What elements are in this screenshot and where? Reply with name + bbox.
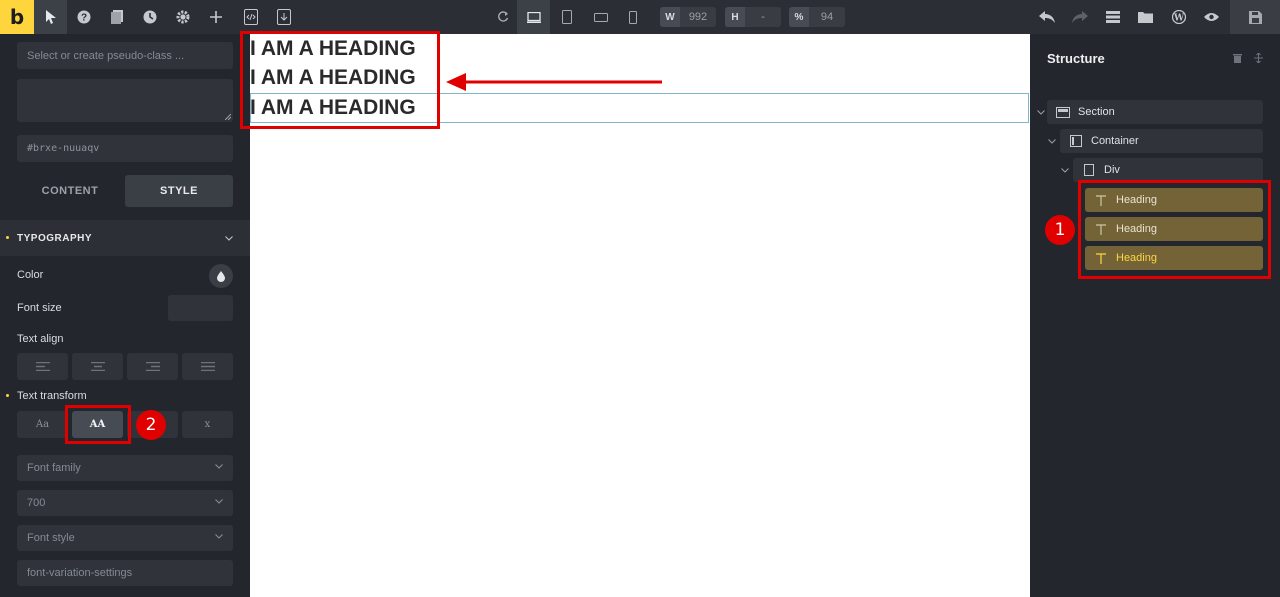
annotation-box-1: [1078, 180, 1271, 279]
expand-icon[interactable]: [1254, 53, 1263, 63]
top-toolbar: b ? W 992 H - % 94 W: [0, 0, 1280, 34]
color-picker-button[interactable]: [209, 264, 233, 288]
tab-content[interactable]: CONTENT: [17, 175, 123, 207]
redo-icon[interactable]: [1063, 0, 1096, 34]
font-size-input[interactable]: [168, 295, 233, 321]
chevron-down-icon: [225, 235, 233, 241]
structure-actions: [1233, 53, 1263, 63]
font-variation-settings-input[interactable]: font-variation-settings: [17, 560, 233, 586]
save-button[interactable]: [1230, 0, 1280, 34]
typography-title: TYPOGRAPHY: [17, 232, 93, 244]
align-justify-icon: [200, 362, 215, 371]
zoom-value: 94: [820, 11, 834, 23]
zoom-label: %: [789, 7, 809, 27]
font-style-select[interactable]: Font style: [17, 525, 233, 551]
chevron-down-icon: [215, 464, 223, 469]
element-settings-panel: Select or create pseudo-class ... #brxe-…: [0, 34, 250, 597]
structure-node-container[interactable]: Container: [1060, 129, 1263, 153]
annotation-badge-2: 2: [136, 410, 166, 440]
wordpress-icon[interactable]: W: [1162, 0, 1195, 34]
chevron-down-icon: [215, 534, 223, 539]
logo[interactable]: b: [0, 0, 34, 34]
classes-textarea[interactable]: [17, 79, 233, 122]
canvas-width-field[interactable]: W 992: [660, 7, 716, 27]
bricks-builder: b ? W 992 H - % 94 W Select or create ps…: [0, 0, 1280, 597]
pages-icon[interactable]: [100, 0, 133, 34]
typography-section-header[interactable]: TYPOGRAPHY: [0, 220, 250, 256]
chevron-down-icon[interactable]: [1037, 110, 1045, 115]
annotation-badge-1: 1: [1045, 215, 1075, 245]
capitalize-button[interactable]: Aa: [17, 411, 68, 438]
builder-canvas: I AM A HEADING I AM A HEADING I AM A HEA…: [240, 31, 1030, 597]
align-right-icon: [145, 362, 160, 371]
structure-node-label: Section: [1078, 106, 1115, 118]
align-center-button[interactable]: [72, 353, 123, 380]
font-weight-select[interactable]: 700: [17, 490, 233, 516]
save-icon: [1248, 10, 1262, 24]
structure-layers-icon[interactable]: [1096, 0, 1129, 34]
structure-panel: Structure Section Container Div Heading …: [1030, 34, 1280, 597]
svg-text:?: ?: [80, 13, 86, 24]
annotation-arrow-icon: [446, 73, 662, 91]
help-icon[interactable]: ?: [67, 0, 100, 34]
pseudo-class-select[interactable]: Select or create pseudo-class ...: [17, 42, 233, 69]
svg-text:W: W: [1172, 14, 1184, 24]
width-label: W: [660, 7, 680, 27]
font-style-placeholder: Font style: [27, 532, 75, 544]
code-icon[interactable]: [234, 0, 267, 34]
chevron-down-icon: [215, 499, 223, 504]
chevron-down-icon[interactable]: [1061, 168, 1069, 173]
tablet-portrait-icon[interactable]: [550, 0, 583, 34]
structure-title: Structure: [1047, 51, 1105, 66]
structure-node-div[interactable]: Div: [1073, 158, 1263, 182]
folder-icon[interactable]: [1129, 0, 1162, 34]
mobile-portrait-icon[interactable]: [616, 0, 649, 34]
height-label: H: [725, 7, 745, 27]
font-family-select[interactable]: Font family: [17, 455, 233, 481]
height-value: -: [761, 11, 765, 23]
font-family-placeholder: Font family: [27, 462, 81, 474]
font-size-label: Font size: [17, 302, 62, 314]
canvas-height-field[interactable]: H -: [725, 7, 781, 27]
structure-node-label: Div: [1104, 164, 1120, 176]
tab-style[interactable]: STYLE: [125, 175, 233, 207]
container-icon: [1069, 135, 1083, 147]
export-icon[interactable]: [267, 0, 300, 34]
font-weight-value: 700: [27, 497, 46, 509]
none-transform-button[interactable]: x: [182, 411, 233, 438]
chevron-down-icon[interactable]: [1048, 139, 1056, 144]
section-icon: [1056, 106, 1070, 118]
refresh-icon[interactable]: [486, 0, 519, 34]
align-center-icon: [90, 362, 105, 371]
text-transform-label: Text transform: [17, 390, 87, 402]
undo-icon[interactable]: [1030, 0, 1063, 34]
structure-node-label: Container: [1091, 135, 1139, 147]
align-justify-button[interactable]: [182, 353, 233, 380]
preview-eye-icon[interactable]: [1195, 0, 1228, 34]
width-value: 992: [688, 11, 708, 23]
color-label: Color: [17, 269, 44, 281]
droplet-icon: [217, 270, 225, 282]
settings-gear-icon[interactable]: [166, 0, 199, 34]
modified-dot: [6, 394, 9, 397]
trash-icon[interactable]: [1233, 53, 1242, 63]
align-left-button[interactable]: [17, 353, 68, 380]
history-icon[interactable]: [133, 0, 166, 34]
align-right-button[interactable]: [127, 353, 178, 380]
select-pointer-icon[interactable]: [34, 0, 67, 34]
annotation-box-2: [65, 405, 131, 444]
desktop-breakpoint-icon[interactable]: [517, 0, 550, 34]
structure-node-section[interactable]: Section: [1047, 100, 1263, 124]
resize-handle-icon: [225, 114, 231, 120]
zoom-field[interactable]: % 94: [789, 7, 845, 27]
text-align-label: Text align: [17, 333, 64, 345]
add-element-icon[interactable]: [199, 0, 232, 34]
div-icon: [1082, 164, 1096, 176]
annotation-box-headings: [240, 31, 440, 129]
align-left-icon: [35, 362, 50, 371]
css-id-field[interactable]: #brxe-nuuaqv: [17, 135, 233, 162]
mobile-landscape-icon[interactable]: [584, 0, 617, 34]
modified-dot: [6, 236, 9, 239]
